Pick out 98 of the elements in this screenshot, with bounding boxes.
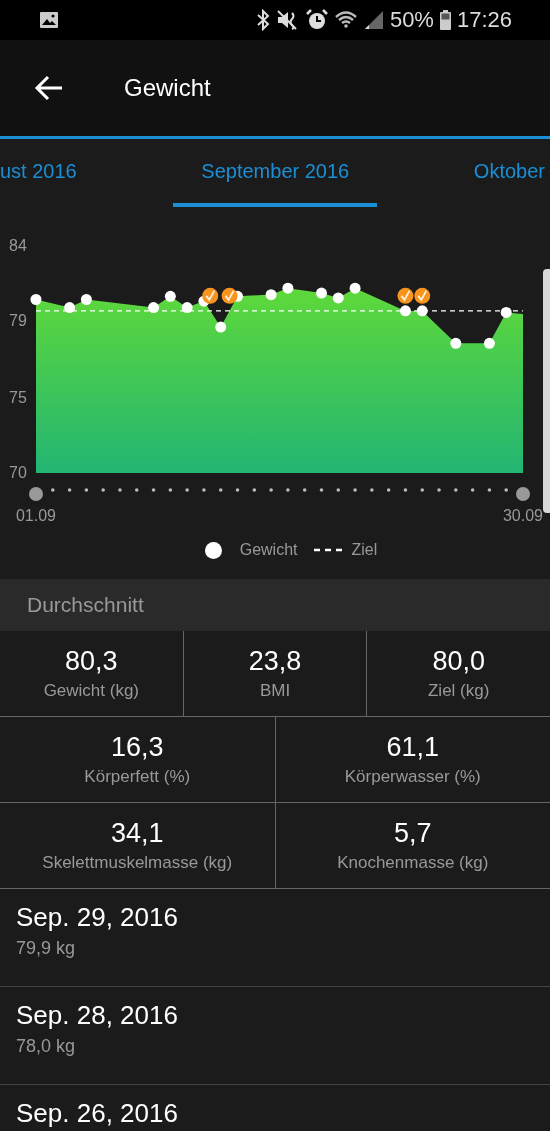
y-axis-label: 79 — [9, 311, 27, 329]
day-dot — [353, 488, 357, 492]
x-axis-label: 01.09 — [16, 507, 56, 524]
y-axis-label: 70 — [9, 464, 27, 481]
day-dot — [336, 488, 341, 492]
legend-dash-icon — [313, 548, 342, 552]
data-point — [349, 282, 361, 294]
legend-label: Ziel — [351, 541, 378, 559]
day-dot — [286, 488, 290, 492]
day-dot — [118, 488, 122, 492]
data-point — [148, 302, 160, 314]
data-point — [332, 292, 344, 304]
stat-value: 61,1 — [386, 732, 440, 763]
month-tab[interactable]: September 2016 — [173, 139, 378, 207]
goal-reached-icon — [397, 287, 414, 304]
data-point — [64, 302, 76, 314]
day-dot — [67, 488, 72, 492]
data-point — [215, 321, 227, 333]
screen-title: Gewicht — [124, 74, 211, 102]
day-dot — [101, 488, 105, 492]
day-dot — [252, 488, 257, 492]
data-point — [316, 287, 327, 299]
day-dot — [386, 488, 391, 492]
stat-label: Skelettmuskelmasse (kg) — [42, 853, 233, 873]
day-dot — [218, 488, 223, 492]
data-point — [265, 289, 277, 301]
day-dot — [420, 488, 425, 492]
day-dot — [302, 488, 307, 492]
day-dot — [504, 488, 508, 492]
stat-label: Ziel (kg) — [427, 681, 490, 701]
day-dot — [269, 488, 273, 492]
day-dot — [168, 488, 173, 492]
day-dot — [202, 488, 206, 492]
day-dot — [370, 488, 374, 492]
weight-entry[interactable]: Sep. 28, 2016 78,0 kg — [0, 987, 550, 1085]
data-point — [416, 305, 428, 317]
battery-icon — [439, 10, 451, 30]
data-point — [282, 282, 294, 294]
data-point — [181, 302, 193, 314]
stat-label: Knochenmasse (kg) — [337, 853, 489, 873]
data-point — [30, 294, 42, 305]
stat-value: 5,7 — [393, 818, 432, 849]
data-point — [399, 305, 411, 317]
weight-entry[interactable]: Sep. 26, 2016 — [0, 1085, 550, 1131]
day-dot — [454, 488, 458, 492]
section-header: Durchschnitt — [0, 579, 550, 631]
weight-entry[interactable]: Sep. 29, 2016 79,9 kg — [0, 889, 550, 987]
day-dot — [185, 488, 189, 492]
entry-date: Sep. 26, 2016 — [16, 1099, 179, 1128]
data-point — [164, 290, 176, 302]
stat-value: 34,1 — [110, 818, 164, 849]
data-point — [483, 337, 495, 349]
stat-value: 80,3 — [65, 646, 118, 677]
month-tab[interactable]: Oktober — [473, 139, 550, 207]
bluetooth-icon — [255, 9, 270, 31]
day-dot — [319, 488, 324, 492]
clock: 17:26 — [456, 7, 512, 33]
day-dot — [84, 488, 89, 492]
scroll-handle[interactable] — [543, 269, 550, 513]
battery-percentage: 50% — [389, 7, 434, 33]
legend-dot-icon — [204, 541, 222, 559]
day-dot — [403, 488, 408, 492]
y-axis-label: 84 — [9, 237, 27, 254]
entry-date: Sep. 28, 2016 — [16, 1001, 179, 1030]
goal-reached-icon — [414, 287, 431, 304]
data-point — [450, 337, 462, 349]
data-point — [500, 307, 512, 318]
day-dot — [470, 488, 475, 492]
entry-weight: 78,0 kg — [16, 1035, 77, 1057]
day-dot — [151, 488, 156, 492]
wifi-icon — [333, 10, 358, 30]
back-arrow-icon[interactable] — [34, 75, 64, 101]
month-tab[interactable]: ust 2016 — [0, 139, 77, 207]
alarm-icon — [305, 9, 328, 31]
data-point — [80, 294, 92, 305]
stat-label: BMI — [259, 681, 291, 701]
range-handle[interactable] — [29, 487, 43, 501]
stat-value: 23,8 — [248, 646, 302, 677]
stat-value: 80,0 — [432, 646, 485, 677]
stat-label: Gewicht (kg) — [43, 681, 140, 701]
stat-value: 16,3 — [110, 732, 164, 763]
picture-icon — [39, 11, 59, 29]
stat-label: Körperwasser (%) — [344, 767, 481, 787]
range-handle[interactable] — [516, 487, 530, 501]
y-axis-label: 75 — [9, 389, 27, 407]
day-dot — [235, 488, 240, 492]
day-dot — [487, 488, 492, 492]
day-dot — [51, 488, 55, 492]
goal-reached-icon — [202, 287, 219, 304]
goal-reached-icon — [221, 287, 238, 304]
entry-date: Sep. 29, 2016 — [16, 903, 179, 932]
day-dot — [437, 488, 441, 492]
legend-label: Gewicht — [239, 541, 298, 559]
day-dot — [134, 488, 139, 492]
signal-icon — [363, 10, 384, 30]
x-axis-label: 30.09 — [503, 507, 543, 524]
entry-weight: 79,9 kg — [16, 937, 77, 959]
stat-label: Körperfett (%) — [84, 767, 191, 787]
